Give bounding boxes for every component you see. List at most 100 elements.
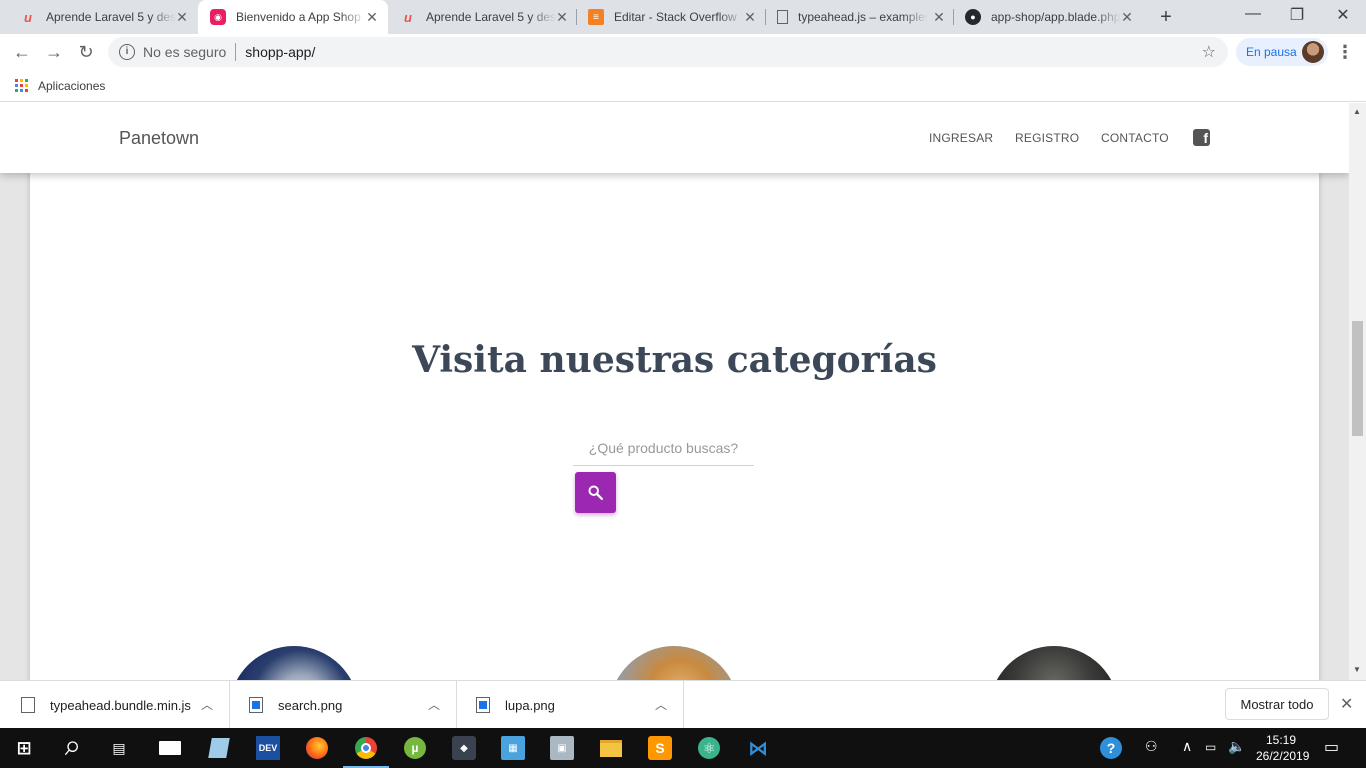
sublime-merge-icon[interactable]: ◆: [452, 736, 476, 760]
close-tab-icon[interactable]: ✕: [174, 9, 190, 26]
search-icon[interactable]: [60, 736, 84, 760]
close-tab-icon[interactable]: ✕: [554, 9, 570, 26]
minimize-button[interactable]: —: [1230, 5, 1276, 23]
info-icon[interactable]: i: [119, 44, 135, 60]
chevron-up-icon[interactable]: ︿: [201, 696, 213, 713]
udemy-icon: u: [24, 9, 32, 25]
profile-status: En pausa: [1246, 45, 1297, 59]
nav-register-link[interactable]: REGISTRO: [1015, 131, 1079, 145]
download-item[interactable]: typeahead.bundle.min.js ︿: [0, 681, 230, 729]
image-file-icon: [476, 697, 490, 713]
notepad-icon[interactable]: [207, 736, 231, 760]
address-bar[interactable]: i No es seguro shopp-app/ ☆: [108, 37, 1228, 67]
help-icon[interactable]: ?: [1100, 737, 1122, 759]
tab-title: Editar - Stack Overflow: [614, 10, 737, 24]
utorrent-icon[interactable]: µ: [403, 736, 427, 760]
section-title: Visita nuestras categorías: [412, 339, 937, 381]
tab-title: Aprende Laravel 5 y desde cero: [426, 10, 556, 24]
mail-icon[interactable]: [158, 736, 182, 760]
battery-icon[interactable]: ▭: [1205, 740, 1216, 754]
document-icon: [777, 10, 788, 24]
back-button[interactable]: ←: [10, 40, 34, 64]
atom-icon[interactable]: ⚛: [697, 736, 721, 760]
nav-login-link[interactable]: INGRESAR: [929, 131, 993, 145]
scroll-down-icon[interactable]: ▼: [1353, 665, 1361, 674]
close-tab-icon[interactable]: ✕: [742, 9, 758, 26]
url-text[interactable]: shopp-app/: [245, 44, 315, 60]
tab-stack-overflow[interactable]: ≡ Editar - Stack Overflow ✕: [576, 0, 766, 34]
chevron-up-icon[interactable]: ︿: [428, 696, 440, 713]
clock-date: 26/2/2019: [1256, 749, 1310, 763]
vscode-icon[interactable]: ⋈: [746, 736, 770, 760]
remote-desktop-icon[interactable]: ▣: [550, 736, 574, 760]
download-filename: typeahead.bundle.min.js: [50, 697, 191, 713]
github-icon: ●: [965, 9, 981, 25]
apps-bookmark[interactable]: Aplicaciones: [38, 79, 105, 93]
site-brand[interactable]: Panetown: [119, 128, 199, 149]
tab-aprende-laravel-1[interactable]: u Aprende Laravel 5 y desde cero ✕: [8, 0, 198, 34]
apps-grid-icon[interactable]: [15, 79, 28, 92]
profile-button[interactable]: En pausa: [1236, 38, 1328, 66]
dev-c-icon[interactable]: DEV: [256, 736, 280, 760]
facebook-icon[interactable]: f: [1193, 129, 1210, 146]
page-viewport: Panetown INGRESAR REGISTRO CONTACTO f Vi…: [0, 103, 1349, 680]
close-tab-icon[interactable]: ✕: [1119, 9, 1135, 26]
bookmark-star-icon[interactable]: ☆: [1202, 42, 1216, 62]
control-panel-icon[interactable]: ▦: [501, 736, 525, 760]
close-tab-icon[interactable]: ✕: [364, 9, 380, 26]
close-window-button[interactable]: ✕: [1320, 5, 1366, 25]
volume-icon[interactable]: 🔈: [1228, 738, 1245, 755]
download-filename: lupa.png: [505, 697, 555, 713]
restore-button[interactable]: ❐: [1274, 5, 1320, 25]
reload-button[interactable]: ↻: [74, 40, 98, 64]
tab-title: Aprende Laravel 5 y desde cero: [46, 10, 176, 24]
task-view-icon[interactable]: ▤: [107, 736, 131, 760]
category-image[interactable]: [609, 646, 739, 680]
category-image[interactable]: [229, 646, 359, 680]
start-windows-icon[interactable]: ⊞: [12, 736, 36, 760]
chevron-up-icon[interactable]: ︿: [655, 696, 667, 713]
people-icon[interactable]: ⚇: [1145, 738, 1158, 755]
security-label: No es seguro: [143, 44, 227, 60]
show-all-downloads-button[interactable]: Mostrar todo: [1225, 688, 1329, 720]
nav-contact-link[interactable]: CONTACTO: [1101, 131, 1169, 145]
close-tab-icon[interactable]: ✕: [931, 9, 947, 26]
close-shelf-icon[interactable]: ✕: [1340, 694, 1353, 714]
page-scrollbar[interactable]: ▲ ▼: [1349, 103, 1366, 680]
udemy-icon: u: [404, 9, 412, 25]
download-item[interactable]: search.png ︿: [230, 681, 457, 729]
windows-taskbar: ⊞ ▤ DEV µ ◆ ▦ ▣ S ⚛ ⋈ ? ⚇ ∧ ▭ 🔈 15:19 26…: [0, 728, 1366, 768]
stackoverflow-icon: ≡: [588, 9, 604, 25]
forward-button[interactable]: →: [42, 40, 66, 64]
chevron-up-icon[interactable]: ∧: [1182, 738, 1192, 755]
image-file-icon: [249, 697, 263, 713]
browser-toolbar: ← → ↻ i No es seguro shopp-app/ ☆ En pau…: [0, 34, 1366, 70]
notifications-icon[interactable]: ▭: [1324, 737, 1339, 757]
chrome-icon[interactable]: [354, 736, 378, 760]
divider: [235, 43, 237, 61]
product-search-input[interactable]: [573, 431, 754, 466]
kebab-menu-icon[interactable]: ⋮: [1336, 42, 1354, 63]
tab-typeahead[interactable]: typeahead.js – examples ✕: [765, 0, 955, 34]
tab-github[interactable]: ● app-shop/app.blade.php ✕: [953, 0, 1143, 34]
category-image[interactable]: [989, 646, 1119, 680]
tab-app-shop[interactable]: ◉ Bienvenido a App Shop ✕: [198, 0, 388, 34]
file-explorer-icon[interactable]: [599, 736, 623, 760]
clock-time: 15:19: [1265, 733, 1297, 747]
file-icon: [21, 697, 35, 713]
main-content-card: Visita nuestras categorías: [30, 153, 1319, 680]
avatar: [1302, 41, 1324, 63]
scroll-up-icon[interactable]: ▲: [1353, 107, 1361, 116]
search-button[interactable]: [575, 472, 616, 513]
download-item[interactable]: lupa.png ︿: [457, 681, 684, 729]
scroll-thumb[interactable]: [1352, 321, 1363, 436]
search-icon: [588, 485, 604, 501]
tab-strip: u Aprende Laravel 5 y desde cero ✕ ◉ Bie…: [0, 0, 1366, 34]
bookmarks-bar: Aplicaciones: [0, 70, 1366, 102]
firefox-icon[interactable]: [305, 736, 329, 760]
new-tab-button[interactable]: +: [1156, 6, 1176, 29]
sublime-text-icon[interactable]: S: [648, 736, 672, 760]
download-shelf: typeahead.bundle.min.js ︿ search.png ︿ l…: [0, 680, 1366, 729]
tab-aprende-laravel-2[interactable]: u Aprende Laravel 5 y desde cero ✕: [388, 0, 578, 34]
system-clock[interactable]: 15:19 26/2/2019: [1256, 732, 1310, 764]
